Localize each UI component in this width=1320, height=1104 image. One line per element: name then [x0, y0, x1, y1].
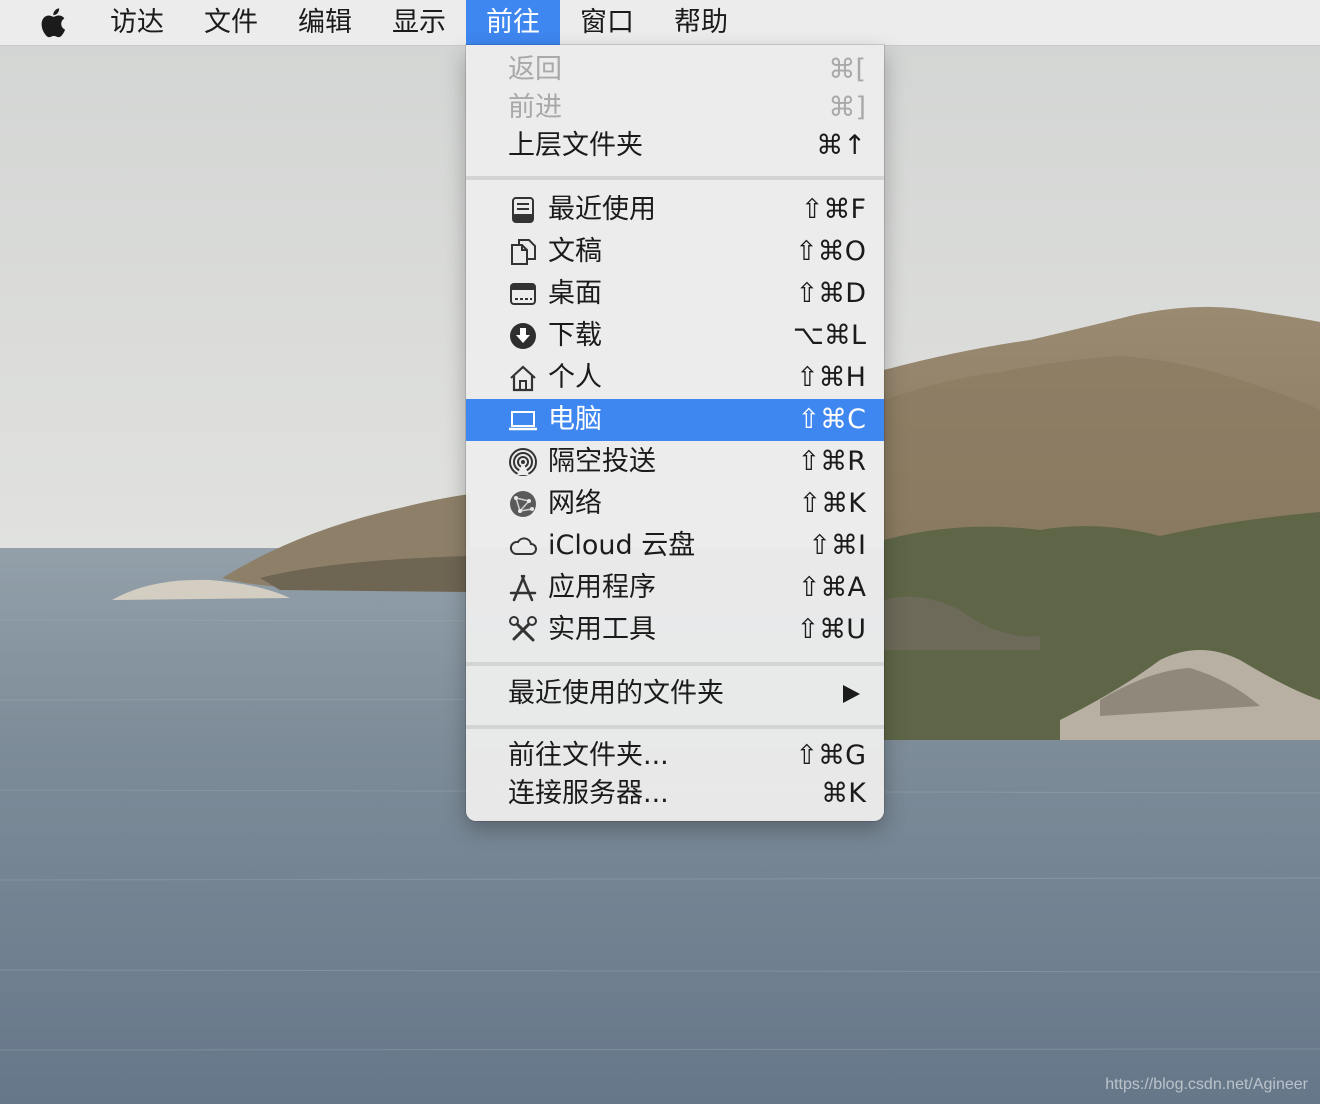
documents-icon [511, 239, 536, 265]
applications-icon [509, 574, 537, 602]
airdrop-icon [509, 448, 537, 476]
menu-item-label: 连接服务器... [508, 778, 669, 809]
menu-item-downloads[interactable]: 下载 ⌥⌘L [466, 315, 884, 357]
menu-item-network[interactable]: 网络 ⇧⌘K [466, 483, 884, 525]
utilities-icon [509, 616, 537, 642]
menu-separator [466, 176, 884, 180]
menu-item-label: 上层文件夹 [508, 130, 643, 161]
shortcut-label: ⌘K [821, 778, 866, 809]
apple-logo-icon[interactable] [38, 6, 72, 40]
submenu-arrow-icon [843, 685, 860, 703]
menu-separator [466, 662, 884, 666]
menu-item-label: 返回 [508, 54, 562, 85]
menu-item-applications[interactable]: 应用程序 ⇧⌘A [466, 567, 884, 609]
menu-item-label: 前进 [508, 92, 562, 123]
menu-finder[interactable]: 访达 [96, 0, 178, 45]
shortcut-label: ⇧⌘R [797, 446, 866, 477]
watermark: https://blog.csdn.net/Agineer [1105, 1076, 1308, 1093]
shortcut-label: ⇧⌘U [796, 614, 866, 645]
menu-item-label: 网络 [548, 488, 602, 519]
shortcut-label: ⇧⌘I [808, 530, 866, 561]
menu-edit[interactable]: 编辑 [284, 0, 366, 45]
menu-view[interactable]: 显示 [378, 0, 460, 45]
menu-item-label: 实用工具 [548, 614, 656, 645]
shortcut-label: ⇧⌘H [796, 362, 866, 393]
menu-item-label: 最近使用 [548, 194, 656, 225]
menu-window[interactable]: 窗口 [566, 0, 648, 45]
menu-item-label: 电脑 [548, 404, 602, 435]
menu-item-label: iCloud 云盘 [548, 530, 696, 561]
shortcut-label: ⌥⌘L [792, 320, 866, 351]
computer-icon [509, 411, 537, 431]
downloads-icon [510, 323, 536, 349]
icloud-icon [509, 537, 537, 555]
menu-separator [466, 725, 884, 729]
shortcut-label: ⇧⌘F [800, 194, 866, 225]
shortcut-label: ⌘] [828, 92, 866, 123]
network-icon [510, 491, 536, 517]
menu-item-connect-to-server[interactable]: 连接服务器... ⌘K [466, 773, 884, 815]
menu-file[interactable]: 文件 [190, 0, 272, 45]
menu-item-airdrop[interactable]: 隔空投送 ⇧⌘R [466, 441, 884, 483]
menu-item-enclosing-folder[interactable]: 上层文件夹 ⌘↑ [466, 125, 884, 167]
menu-item-recent-folders[interactable]: 最近使用的文件夹 [466, 673, 884, 715]
menu-item-icloud-drive[interactable]: iCloud 云盘 ⇧⌘I [466, 525, 884, 567]
menu-help[interactable]: 帮助 [660, 0, 742, 45]
menu-item-go-to-folder[interactable]: 前往文件夹... ⇧⌘G [466, 735, 884, 777]
menu-item-documents[interactable]: 文稿 ⇧⌘O [466, 231, 884, 273]
shortcut-label: ⇧⌘D [795, 278, 866, 309]
menu-item-label: 应用程序 [548, 572, 656, 603]
shortcut-label: ⇧⌘A [797, 572, 866, 603]
menu-item-label: 隔空投送 [548, 446, 656, 477]
menu-item-computer[interactable]: 电脑 ⇧⌘C [466, 399, 884, 441]
menu-item-home[interactable]: 个人 ⇧⌘H [466, 357, 884, 399]
shortcut-label: ⌘[ [828, 54, 866, 85]
menu-item-recents[interactable]: 最近使用 ⇧⌘F [466, 189, 884, 231]
shortcut-label: ⇧⌘K [798, 488, 866, 519]
menu-item-label: 下载 [548, 320, 602, 351]
menu-item-label: 文稿 [548, 236, 602, 267]
shortcut-label: ⇧⌘C [797, 404, 866, 435]
menu-bar: 访达 文件 编辑 显示 前往 窗口 帮助 [0, 0, 1320, 46]
menu-item-label: 桌面 [548, 278, 602, 309]
home-icon [510, 365, 536, 392]
go-menu-dropdown: 返回 ⌘[ 前进 ⌘] 上层文件夹 ⌘↑ 最近使用 ⇧⌘F 文稿 ⇧⌘O 桌面 … [466, 45, 884, 821]
menu-item-desktop[interactable]: 桌面 ⇧⌘D [466, 273, 884, 315]
menu-item-label: 最近使用的文件夹 [508, 678, 724, 709]
shortcut-label: ⇧⌘G [795, 740, 866, 771]
desktop-icon [510, 283, 536, 305]
menu-item-utilities[interactable]: 实用工具 ⇧⌘U [466, 609, 884, 651]
menu-item-label: 个人 [548, 362, 602, 393]
menu-item-back: 返回 ⌘[ [466, 49, 884, 91]
menu-item-label: 前往文件夹... [508, 740, 669, 771]
menu-go[interactable]: 前往 [466, 0, 560, 45]
shortcut-label: ⇧⌘O [795, 236, 866, 267]
shortcut-label: ⌘↑ [816, 130, 866, 161]
recents-icon [512, 197, 534, 223]
menu-item-forward: 前进 ⌘] [466, 87, 884, 129]
